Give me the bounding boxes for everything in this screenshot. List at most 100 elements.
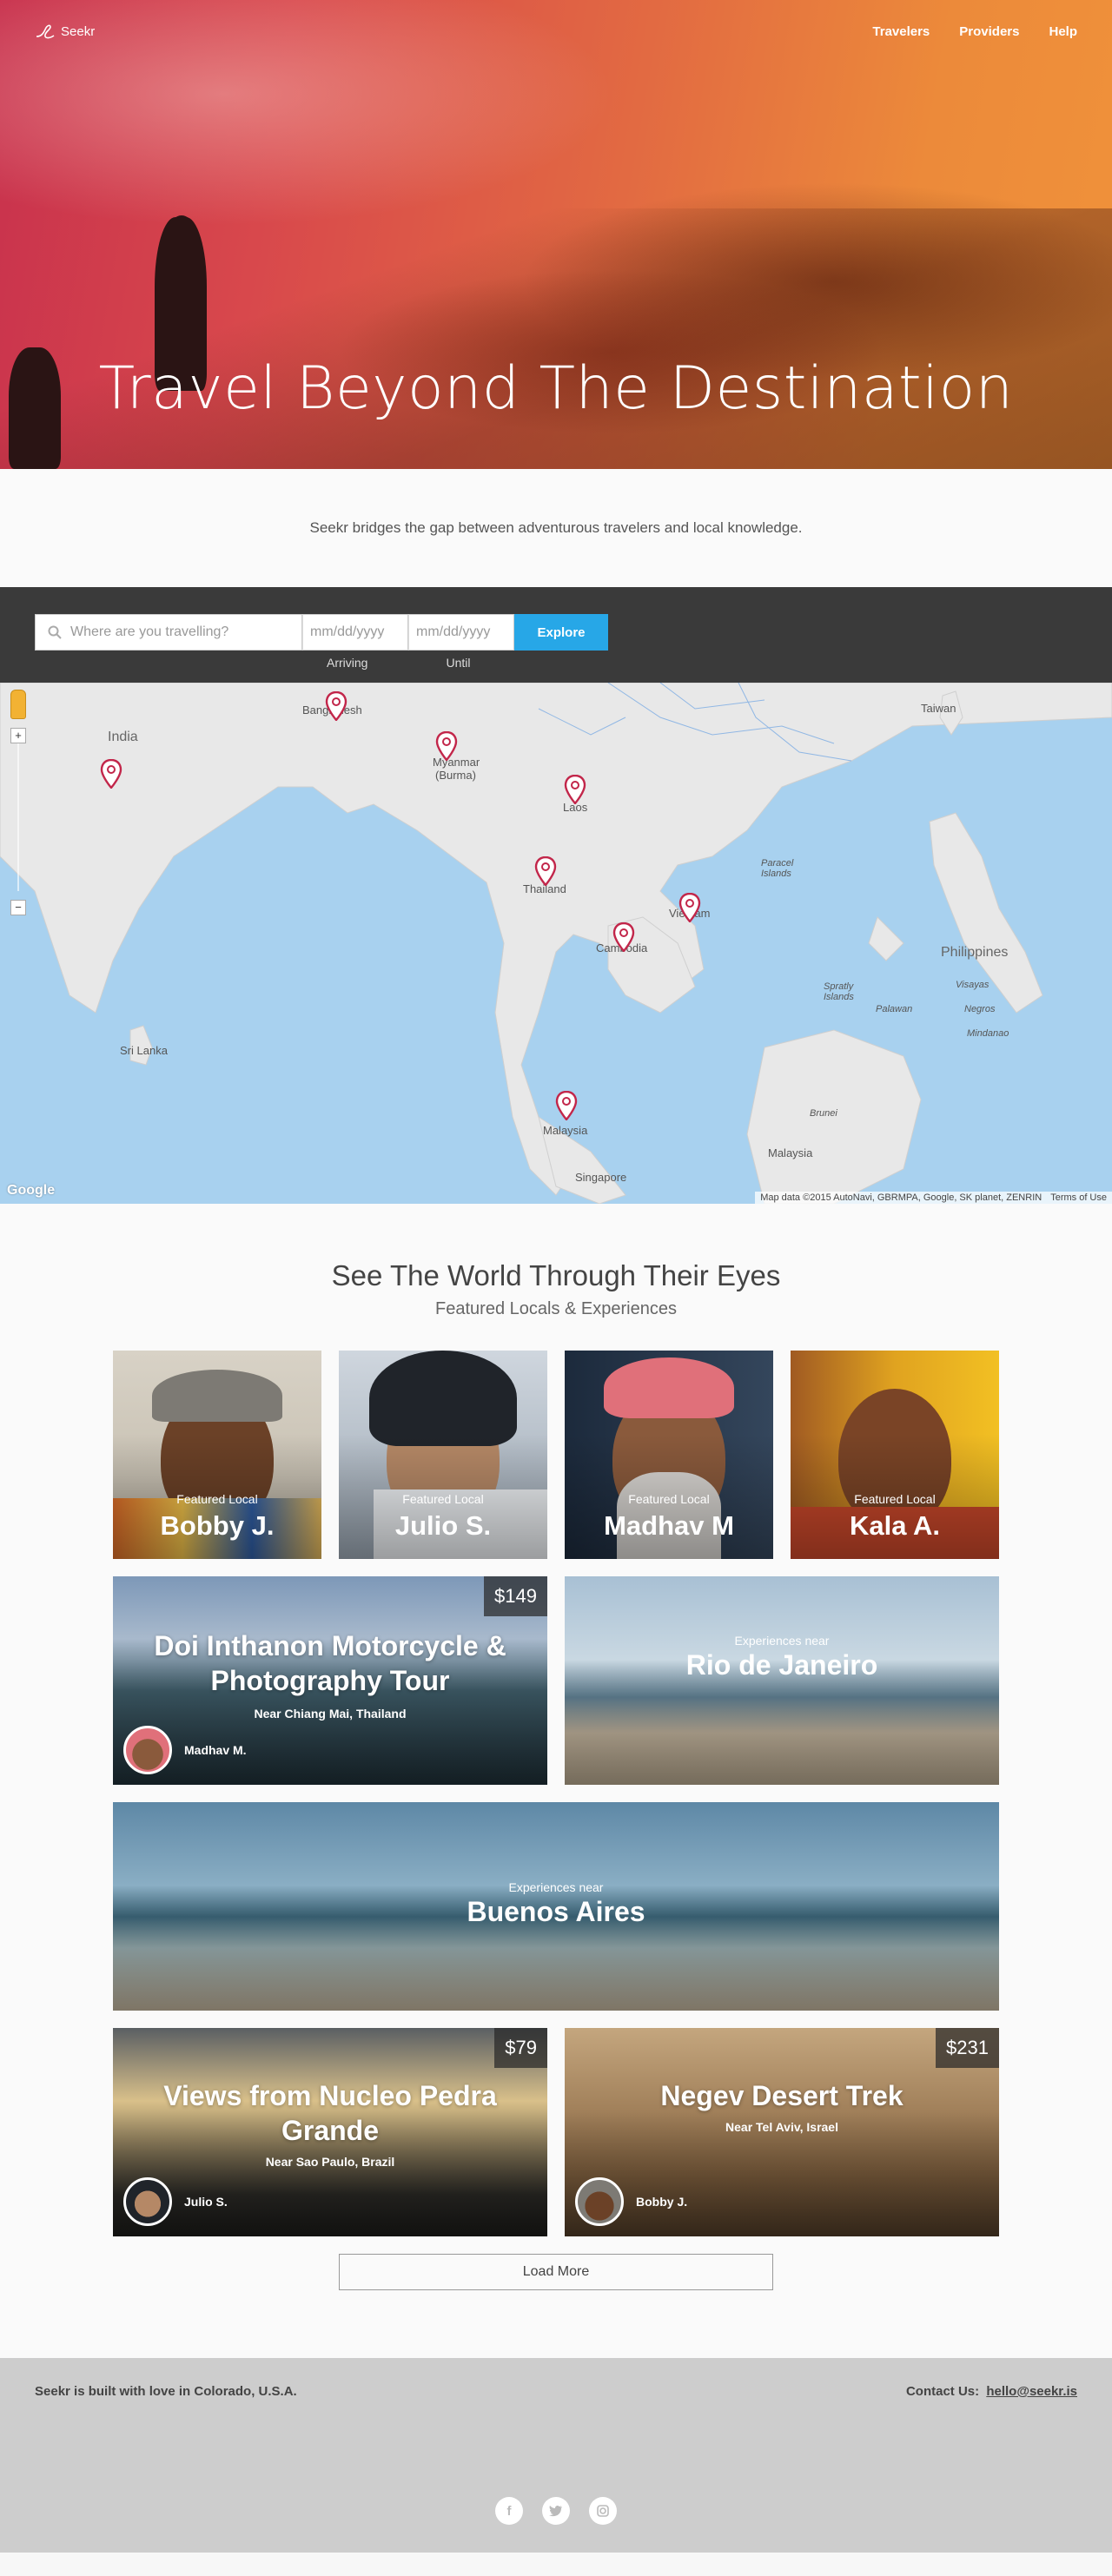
destination-map[interactable]: India Bangladesh Myanmar (Burma) Laos Th…: [0, 683, 1112, 1204]
experience-price: $79: [494, 2028, 547, 2068]
local-card-bobby[interactable]: Featured Local Bobby J.: [113, 1351, 321, 1559]
footer-contact: Contact Us: hello@seekr.is: [906, 2384, 1077, 2399]
map-pin-icon[interactable]: [100, 759, 122, 789]
experiences-row-3: $79 Views from Nucleo Pedra Grande Near …: [113, 2028, 999, 2236]
instagram-icon[interactable]: [589, 2497, 617, 2525]
experience-host: Julio S.: [123, 2177, 228, 2226]
experiences-row-1: $149 Doi Inthanon Motorcycle & Photograp…: [113, 1576, 999, 1785]
map-label-mindanao: Mindanao: [967, 1028, 1009, 1039]
destination-tag: Experiences near: [508, 1880, 604, 1894]
until-date-input[interactable]: mm/dd/yyyy: [408, 614, 514, 651]
search-icon: [48, 625, 62, 639]
map-pin-icon[interactable]: [678, 893, 701, 922]
map-label-paracel: Paracel Islands: [761, 858, 794, 879]
map-pin-icon[interactable]: [325, 691, 348, 721]
facebook-icon[interactable]: f: [495, 2497, 523, 2525]
zoom-in-button[interactable]: +: [10, 728, 26, 743]
map-label-negros: Negros: [964, 1004, 996, 1014]
map-label-spratly: Spratly Islands: [824, 981, 854, 1002]
map-pin-icon[interactable]: [564, 775, 586, 804]
destination-tag: Experiences near: [734, 1634, 830, 1648]
map-label-singapore: Singapore: [575, 1171, 627, 1184]
contact-label: Contact Us:: [905, 2384, 980, 2399]
load-more-button[interactable]: Load More: [339, 2254, 773, 2290]
arriving-date-input[interactable]: mm/dd/yyyy: [302, 614, 408, 651]
experiences-row-2: Experiences near Buenos Aires: [113, 1802, 999, 2011]
street-view-pegman-icon[interactable]: [10, 690, 26, 719]
map-label-philippines: Philippines: [941, 945, 1009, 960]
until-placeholder: mm/dd/yyyy: [416, 624, 491, 639]
featured-section: See The World Through Their Eyes Feature…: [0, 1204, 1112, 2358]
experience-title: Views from Nucleo Pedra Grande: [163, 2080, 497, 2146]
zoom-slider-track[interactable]: [17, 743, 19, 891]
destination-placeholder: Where are you travelling?: [70, 624, 229, 639]
map-terms-link[interactable]: Terms of Use: [1050, 1192, 1107, 1203]
experience-price: $231: [936, 2028, 999, 2068]
map-data-credit: Map data ©2015 AutoNavi, GBRMPA, Google,…: [760, 1192, 1042, 1203]
host-name: Bobby J.: [636, 2195, 688, 2209]
experience-title: Negev Desert Trek: [660, 2080, 904, 2111]
map-pin-icon[interactable]: [435, 731, 458, 761]
map-label-brunei: Brunei: [810, 1108, 837, 1119]
contact-email-link[interactable]: hello@seekr.is: [986, 2384, 1077, 2399]
nav-links: Travelers Providers Help: [872, 24, 1077, 39]
arriving-label: Arriving: [327, 656, 368, 670]
experience-card-negev[interactable]: $231 Negev Desert Trek Near Tel Aviv, Is…: [565, 2028, 999, 2236]
local-card-julio[interactable]: Featured Local Julio S.: [339, 1351, 547, 1559]
experience-price: $149: [484, 1576, 547, 1616]
twitter-icon[interactable]: [542, 2497, 570, 2525]
destination-input[interactable]: Where are you travelling?: [35, 614, 302, 651]
local-name: Kala A.: [850, 1510, 940, 1541]
map-label-srilanka: Sri Lanka: [120, 1044, 168, 1057]
local-name: Julio S.: [394, 1510, 492, 1541]
search-field-labels: Arriving Until: [35, 656, 1112, 670]
experience-host: Bobby J.: [575, 2177, 687, 2226]
hero: Seekr Travelers Providers Help Travel Be…: [0, 0, 1112, 469]
zoom-out-button[interactable]: −: [10, 900, 26, 915]
map-zoom-control: + −: [10, 690, 26, 915]
logo[interactable]: Seekr: [35, 21, 95, 42]
featured-grid: Featured Local Bobby J. Featured Local J…: [113, 1351, 999, 2236]
nav-help-link[interactable]: Help: [1049, 24, 1077, 39]
map-label-india: India: [108, 730, 138, 744]
explore-button[interactable]: Explore: [514, 614, 608, 651]
hero-title: Travel Beyond The Destination: [98, 354, 1014, 423]
destination-card-rio[interactable]: Experiences near Rio de Janeiro: [565, 1576, 999, 1785]
map-pin-icon[interactable]: [555, 1091, 578, 1120]
experience-card-pedra-grande[interactable]: $79 Views from Nucleo Pedra Grande Near …: [113, 2028, 547, 2236]
top-nav: Seekr Travelers Providers Help: [0, 0, 1112, 63]
intro-section: Seekr bridges the gap between adventurou…: [0, 469, 1112, 587]
nav-travelers-link[interactable]: Travelers: [872, 24, 930, 39]
map-label-malaysia-west: Malaysia: [543, 1124, 588, 1137]
nav-providers-link[interactable]: Providers: [959, 24, 1019, 39]
local-name: Madhav M: [604, 1510, 734, 1541]
experience-location: Near Sao Paulo, Brazil: [265, 2155, 395, 2169]
avatar: [123, 1726, 172, 1774]
map-pin-icon[interactable]: [534, 856, 557, 886]
destination-city: Buenos Aires: [467, 1896, 645, 1927]
destination-city: Rio de Janeiro: [685, 1649, 878, 1681]
local-card-kala[interactable]: Featured Local Kala A.: [791, 1351, 999, 1559]
map-pin-icon[interactable]: [612, 922, 635, 952]
arriving-placeholder: mm/dd/yyyy: [310, 624, 385, 639]
map-attribution: Map data ©2015 AutoNavi, GBRMPA, Google,…: [755, 1192, 1112, 1204]
local-name: Bobby J.: [160, 1510, 275, 1541]
logo-text: Seekr: [61, 23, 96, 39]
search-row: Where are you travelling? mm/dd/yyyy mm/…: [35, 614, 1112, 651]
experience-location: Near Tel Aviv, Israel: [725, 2120, 838, 2134]
intro-text: Seekr bridges the gap between adventurou…: [309, 519, 803, 536]
local-tag: Featured Local: [176, 1492, 258, 1506]
local-card-madhav[interactable]: Featured Local Madhav M: [565, 1351, 773, 1559]
seekr-logo-icon: [36, 24, 55, 39]
local-tag: Featured Local: [402, 1492, 484, 1506]
map-label-malaysia-east: Malaysia: [768, 1146, 813, 1159]
map-label-burma: (Burma): [435, 769, 476, 782]
destination-card-buenos-aires[interactable]: Experiences near Buenos Aires: [113, 1802, 999, 2011]
experience-card-doi-inthanon[interactable]: $149 Doi Inthanon Motorcycle & Photograp…: [113, 1576, 547, 1785]
footer-tagline: Seekr is built with love in Colorado, U.…: [35, 2384, 297, 2399]
avatar: [123, 2177, 172, 2226]
local-tag: Featured Local: [628, 1492, 710, 1506]
featured-locals-row: Featured Local Bobby J. Featured Local J…: [113, 1351, 999, 1559]
experience-title: Doi Inthanon Motorcycle & Photography To…: [154, 1630, 506, 1696]
map-label-visayas: Visayas: [956, 980, 990, 990]
